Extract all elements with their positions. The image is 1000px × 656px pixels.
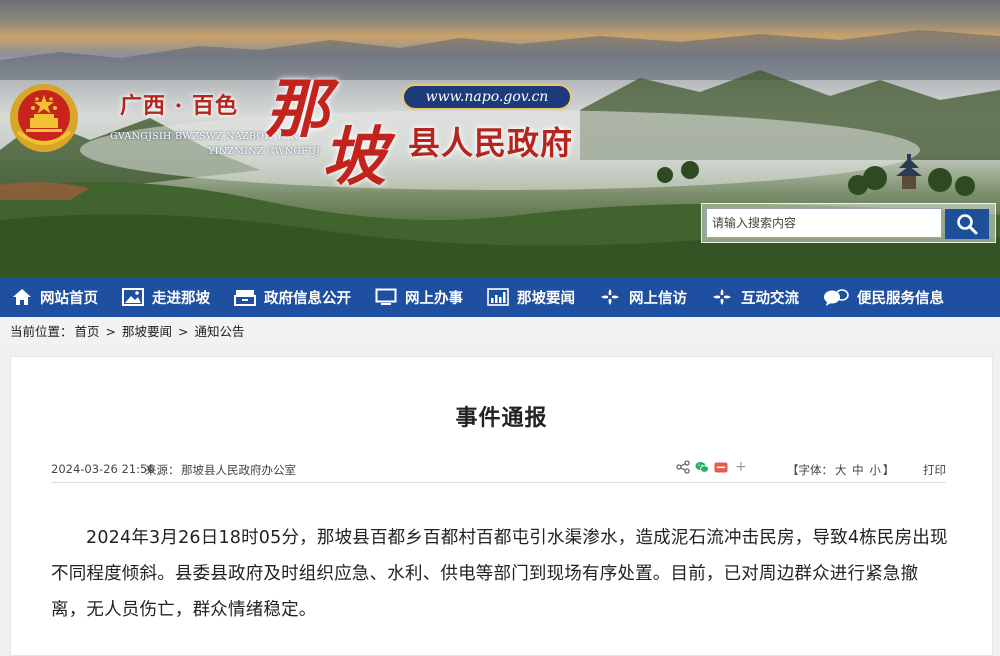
county-name-char-2: 坡 xyxy=(322,120,386,195)
search-icon xyxy=(957,214,978,235)
nav-item-napo-news[interactable]: 那坡要闻 xyxy=(487,277,575,317)
breadcrumb-separator: > xyxy=(105,324,116,339)
search-box xyxy=(701,203,996,243)
home-icon xyxy=(13,289,31,305)
nav-label: 网上办事 xyxy=(405,290,463,307)
location-text: 广西 · 百色 xyxy=(120,93,238,119)
nav-item-online-petition[interactable]: 网上信访 xyxy=(599,277,687,317)
breadcrumb-link-home[interactable]: 首页 xyxy=(75,324,100,339)
article-title: 事件通报 xyxy=(455,406,548,431)
weibo-icon[interactable] xyxy=(714,462,728,473)
gear-icon xyxy=(601,289,619,305)
font-size-large[interactable]: 大 xyxy=(835,463,847,477)
bar-chart-icon xyxy=(487,288,509,306)
nav-label: 互动交流 xyxy=(741,290,799,307)
site-banner: 广西 · 百色 GVANGJSIH BWZSWZ NAZBOH YEN YINZ… xyxy=(0,0,1000,277)
font-size-small[interactable]: 小 xyxy=(869,463,881,477)
breadcrumb-link-notices[interactable]: 通知公告 xyxy=(194,324,244,339)
breadcrumb-prefix: 当前位置： xyxy=(10,324,73,339)
monitor-icon xyxy=(375,288,397,305)
nav-label: 政府信息公开 xyxy=(264,290,351,307)
publish-date: 2024-03-26 21:56 xyxy=(51,462,155,476)
article-body: 2024年3月26日18时05分，那坡县百都乡百都村百都屯引水渠渗水，造成泥石流… xyxy=(51,528,948,620)
more-share-icon[interactable]: + xyxy=(735,459,747,475)
nav-item-about-napo[interactable]: 走进那坡 xyxy=(122,277,210,317)
share-icon[interactable] xyxy=(676,460,690,474)
nav-label: 便民服务信息 xyxy=(857,290,944,307)
font-label-close: 】 xyxy=(882,463,895,477)
main-nav: 网站首页 走进那坡 政府信息公开 网上办事 那坡要闻 网上信访 互动交流 便民服… xyxy=(0,277,1000,317)
nav-label: 走进那坡 xyxy=(152,290,210,307)
picture-icon xyxy=(122,288,144,306)
drawer-icon xyxy=(234,290,256,306)
nav-label: 那坡要闻 xyxy=(517,290,575,307)
article-meta-bar: 2024-03-26 21:56 来源： 那坡县人民政府办公室 + 【字体： 大… xyxy=(51,459,946,483)
nav-item-public-services[interactable]: 便民服务信息 xyxy=(823,277,944,317)
nav-item-home[interactable]: 网站首页 xyxy=(12,277,98,317)
font-size-control: 【字体：大 中 小】 xyxy=(786,462,895,478)
font-size-medium[interactable]: 中 xyxy=(852,463,864,477)
site-url-badge: www.napo.gov.cn xyxy=(402,84,572,110)
national-emblem-icon xyxy=(10,84,78,152)
breadcrumb-separator: > xyxy=(177,324,189,339)
wechat-icon[interactable] xyxy=(695,461,709,474)
search-button[interactable] xyxy=(945,209,989,239)
nav-label: 网站首页 xyxy=(40,290,98,307)
breadcrumb-link-news[interactable]: 那坡要闻 xyxy=(122,324,172,339)
chat-icon xyxy=(824,289,849,306)
gear-icon xyxy=(713,289,731,305)
nav-item-interaction[interactable]: 互动交流 xyxy=(711,277,799,317)
print-link[interactable]: 打印 xyxy=(923,462,946,478)
government-title: 县人民政府 xyxy=(408,124,574,162)
county-name-char-1: 那 xyxy=(265,72,329,147)
nav-label: 网上信访 xyxy=(629,290,687,307)
article-panel: 事件通报 2024-03-26 21:56 来源： 那坡县人民政府办公室 + 【… xyxy=(10,356,993,656)
nav-item-online-services[interactable]: 网上办事 xyxy=(375,277,463,317)
breadcrumb: 当前位置： 首页 > 那坡要闻 > 通知公告 xyxy=(0,317,1000,346)
nav-item-info-disclosure[interactable]: 政府信息公开 xyxy=(234,277,351,317)
source-label: 来源： xyxy=(145,463,180,477)
source-value: 那坡县人民政府办公室 xyxy=(181,463,296,477)
share-icons: + xyxy=(676,459,747,475)
font-label: 【字体： xyxy=(787,463,833,477)
search-input[interactable] xyxy=(706,208,942,238)
